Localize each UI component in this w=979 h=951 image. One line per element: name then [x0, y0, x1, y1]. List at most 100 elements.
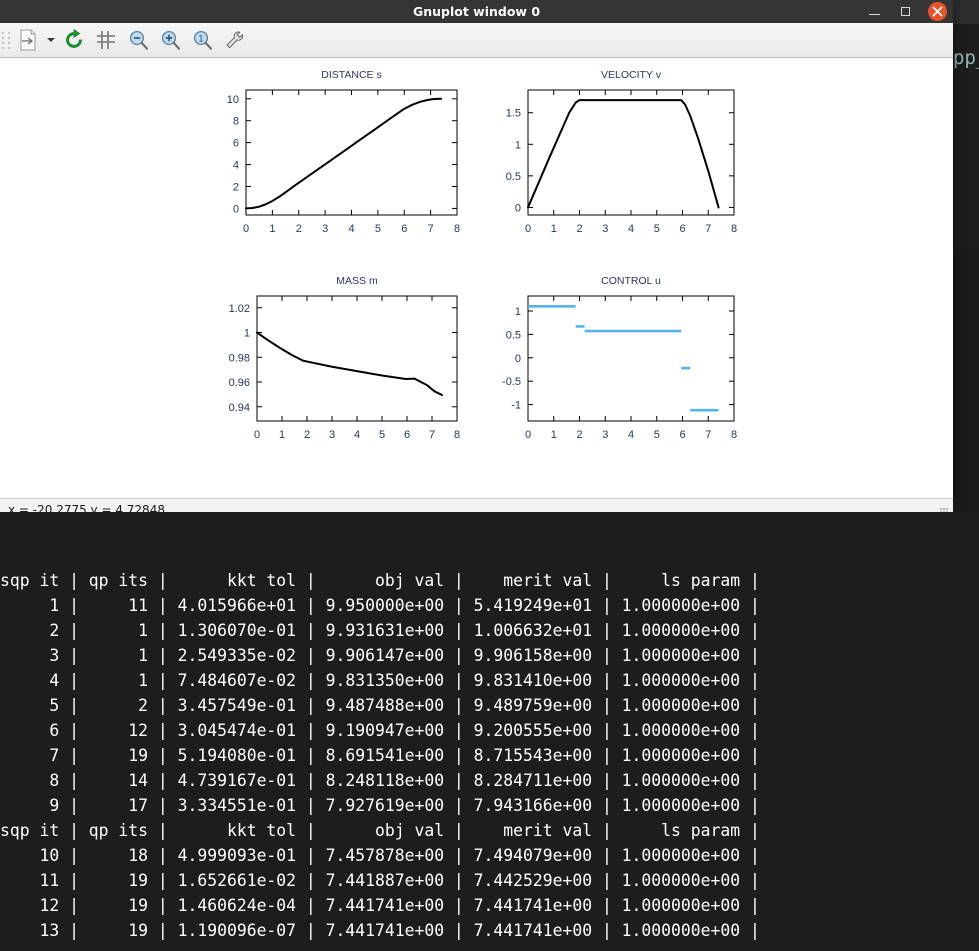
y-tick-label: 0.96	[229, 377, 250, 389]
x-tick-label: 1	[551, 429, 557, 441]
terminal-log: sqp it | qp its | kkt tol | obj val | me…	[0, 568, 979, 943]
terminal-line: 9 | 17 | 3.334551e-01 | 7.927619e+00 | 7…	[0, 796, 760, 815]
y-tick-label: 2	[233, 181, 239, 193]
x-tick-label: 1	[279, 429, 285, 441]
x-tick-label: 5	[379, 429, 385, 441]
x-tick-label: 6	[404, 429, 410, 441]
plot-frame	[256, 295, 458, 422]
grid-icon[interactable]	[91, 25, 121, 55]
x-tick-label: 1	[551, 223, 557, 235]
y-tick-label: 10	[227, 94, 239, 106]
x-tick-label: 5	[654, 429, 660, 441]
terminal-line: 11 | 19 | 1.652661e-02 | 7.441887e+00 | …	[0, 871, 760, 890]
x-tick-label: 8	[731, 223, 737, 235]
minimize-button[interactable]	[866, 3, 883, 20]
subplot: CONTROL u 0 1 2 3 4 5 6 7 8 -1 -0.5 0 0.5 1	[502, 275, 737, 441]
x-tick-label: 5	[375, 223, 381, 235]
terminal-line: 3 | 1 | 2.549335e-02 | 9.906147e+00 | 9.…	[0, 646, 760, 665]
x-tick-label: 2	[576, 223, 582, 235]
zoom-in-icon[interactable]	[155, 25, 185, 55]
y-tick-label: -1	[511, 400, 521, 412]
terminal-output[interactable]: sqp it | qp its | kkt tol | obj val | me…	[0, 512, 979, 951]
y-tick-label: 0.5	[506, 329, 521, 341]
x-tick-label: 8	[454, 223, 460, 235]
data-line	[245, 97, 443, 210]
y-tick-label: 1.02	[229, 303, 250, 315]
x-tick-label: 8	[454, 429, 460, 441]
x-tick-label: 0	[525, 223, 531, 235]
replot-icon[interactable]	[59, 25, 89, 55]
x-tick-label: 6	[401, 223, 407, 235]
x-tick-label: 3	[322, 223, 328, 235]
y-tick-label: 1	[515, 139, 521, 151]
x-tick-label: 6	[679, 223, 685, 235]
terminal-line: 2 | 1 | 1.306070e-01 | 9.931631e+00 | 1.…	[0, 621, 760, 640]
screen: pp_ Gnuplot window 0	[0, 0, 979, 951]
terminal-line: 1 | 11 | 4.015966e+01 | 9.950000e+00 | 5…	[0, 596, 760, 615]
subplot: DISTANCE s 0 1 2 3 4 5 6 7 8 0 2 4 6 8 10	[227, 69, 460, 235]
x-tick-label: 2	[304, 429, 310, 441]
x-tick-label: 0	[254, 429, 260, 441]
x-tick-label: 7	[429, 429, 435, 441]
y-tick-label: 0	[515, 202, 521, 214]
terminal-line: sqp it | qp its | kkt tol | obj val | me…	[0, 821, 760, 840]
subplot-title: DISTANCE s	[321, 69, 381, 81]
close-icon	[932, 6, 943, 17]
x-tick-label: 3	[602, 429, 608, 441]
svg-text:1: 1	[198, 34, 203, 44]
subplot: MASS m 0 1 2 3 4 5 6 7 8 0.94 0.96 0.98 1 1.02	[229, 275, 460, 441]
subplot: VELOCITY v 0 1 2 3 4 5 6 7 8 0 0.5 1 1.5	[506, 69, 737, 235]
data-line	[527, 99, 720, 209]
y-tick-label: 0	[515, 353, 521, 365]
window-controls	[866, 0, 947, 23]
terminal-line: 5 | 2 | 3.457549e-01 | 9.487488e+00 | 9.…	[0, 696, 760, 715]
subplot-title: CONTROL u	[601, 275, 661, 287]
window-titlebar: Gnuplot window 0	[0, 0, 953, 23]
terminal-line: 10 | 18 | 4.999093e-01 | 7.457878e+00 | …	[0, 846, 760, 865]
zoom-reset-icon[interactable]: 1	[187, 25, 217, 55]
x-tick-label: 4	[354, 429, 360, 441]
toolbar-grip[interactable]	[2, 29, 11, 51]
subplot-title: MASS m	[336, 275, 378, 287]
x-tick-label: 1	[269, 223, 275, 235]
y-tick-label: -0.5	[502, 376, 521, 388]
x-tick-label: 2	[576, 429, 582, 441]
terminal-line: 4 | 1 | 7.484607e-02 | 9.831350e+00 | 9.…	[0, 671, 760, 690]
plot-canvas[interactable]: DISTANCE s 0 1 2 3 4 5 6 7 8 0 2 4 6 8 10 VELOCITY v0123…	[0, 58, 953, 498]
plots-svg: DISTANCE s0 1 2 3 4 5 6 7 80246810VELOCITY v0 1 2 3…	[227, 69, 737, 441]
close-button[interactable]	[928, 2, 947, 21]
plot-frame	[245, 89, 458, 216]
x-tick-label: 7	[705, 429, 711, 441]
x-tick-label: 8	[731, 429, 737, 441]
x-tick-label: 7	[428, 223, 434, 235]
x-tick-label: 4	[348, 223, 354, 235]
toolbar: 1	[0, 23, 953, 58]
settings-icon[interactable]	[219, 25, 249, 55]
window-title: Gnuplot window 0	[412, 4, 541, 19]
x-tick-label: 7	[705, 223, 711, 235]
terminal-line: 8 | 14 | 4.739167e-01 | 8.248118e+00 | 8…	[0, 771, 760, 790]
terminal-line: 12 | 19 | 1.460624e-04 | 7.441741e+00 | …	[0, 896, 760, 915]
y-tick-label: 4	[233, 160, 239, 172]
export-dropdown-caret[interactable]	[45, 25, 57, 55]
x-tick-label: 3	[602, 223, 608, 235]
y-tick-label: 0.98	[229, 352, 250, 364]
y-tick-label: 1.5	[506, 108, 521, 120]
minimize-icon	[869, 14, 880, 16]
maximize-icon	[901, 7, 910, 16]
background-terminal-text: pp_	[953, 47, 979, 69]
x-tick-label: 4	[628, 223, 634, 235]
export-icon[interactable]	[13, 25, 43, 55]
y-tick-label: 0.94	[229, 402, 250, 414]
y-tick-label: 1	[244, 328, 250, 340]
x-tick-label: 4	[628, 429, 634, 441]
y-tick-label: 6	[233, 138, 239, 150]
terminal-line: 7 | 19 | 5.194080e-01 | 8.691541e+00 | 8…	[0, 746, 760, 765]
maximize-button[interactable]	[897, 3, 914, 20]
x-tick-label: 6	[679, 429, 685, 441]
x-tick-label: 3	[329, 429, 335, 441]
plot-frame	[527, 295, 735, 422]
zoom-out-icon[interactable]	[123, 25, 153, 55]
y-tick-label: 0	[233, 203, 239, 215]
y-tick-label: 0.5	[506, 171, 521, 183]
